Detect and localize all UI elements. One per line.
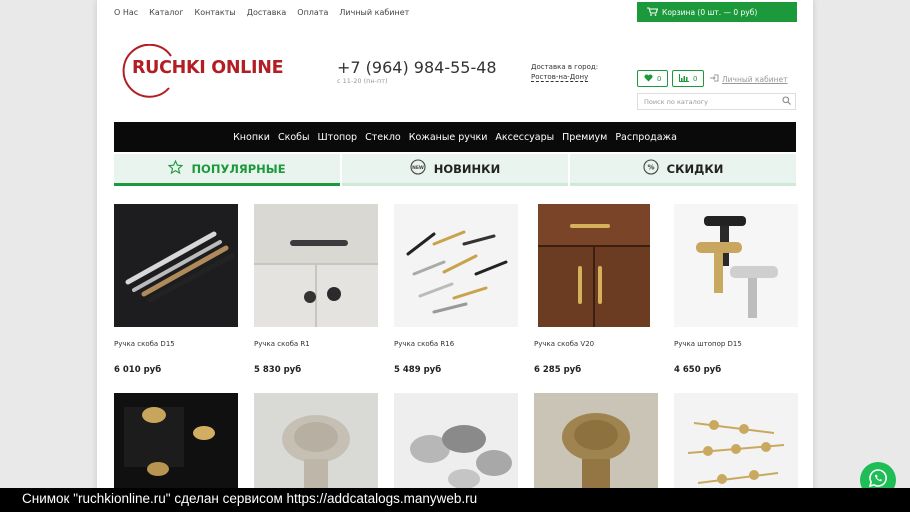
product-name[interactable]: Ручка скоба V20: [534, 340, 594, 348]
screenshot-caption: Снимок "ruchkionline.ru" сделан сервисом…: [0, 488, 910, 512]
product-card[interactable]: Ручка скоба R16 5 489 руб: [394, 204, 518, 375]
product-image[interactable]: [254, 204, 378, 327]
topnav-about[interactable]: О Нас: [114, 8, 138, 17]
compare-chart-icon: [679, 73, 689, 84]
category-leather[interactable]: Кожаные ручки: [409, 132, 488, 143]
tab-sale[interactable]: % СКИДКИ: [570, 154, 796, 186]
phone-hours: с 11-20 (пн-пт): [337, 77, 388, 85]
product-card[interactable]: Ручка скоба D15 6 010 руб: [114, 204, 238, 375]
wishlist-count: 0: [657, 74, 662, 83]
category-accessories[interactable]: Аксессуары: [495, 132, 554, 143]
product-price: 6 285 руб: [534, 365, 582, 375]
star-icon: [168, 159, 184, 178]
svg-text:NEW: NEW: [412, 165, 424, 171]
login-icon: [710, 74, 719, 84]
top-navigation: О Нас Каталог Контакты Доставка Оплата Л…: [114, 8, 409, 17]
tab-popular-label: ПОПУЛЯРНЫЕ: [191, 161, 286, 176]
category-navigation: Кнопки Скобы Штопор Стекло Кожаные ручки…: [114, 122, 796, 152]
category-brackets[interactable]: Скобы: [278, 132, 310, 143]
product-name[interactable]: Ручка скоба D15: [114, 340, 175, 348]
category-corkscrew[interactable]: Штопор: [318, 132, 358, 143]
tab-popular[interactable]: ПОПУЛЯРНЫЕ: [114, 154, 340, 186]
topnav-account[interactable]: Личный кабинет: [339, 8, 409, 17]
search-input[interactable]: Поиск по каталогу: [637, 93, 796, 110]
product-price: 4 650 руб: [674, 365, 722, 375]
product-image[interactable]: [534, 204, 658, 327]
category-sale[interactable]: Распродажа: [615, 132, 677, 143]
product-card[interactable]: Ручка скоба R1 5 830 руб: [254, 204, 378, 375]
search-placeholder: Поиск по каталогу: [644, 98, 709, 106]
page-container: О Нас Каталог Контакты Доставка Оплата Л…: [97, 0, 813, 512]
category-knobs[interactable]: Кнопки: [233, 132, 270, 143]
topnav-contacts[interactable]: Контакты: [195, 8, 236, 17]
new-badge-icon: NEW: [410, 159, 426, 178]
topnav-delivery[interactable]: Доставка: [247, 8, 287, 17]
product-name[interactable]: Ручка скоба R1: [254, 340, 310, 348]
category-premium[interactable]: Премиум: [562, 132, 607, 143]
product-price: 5 489 руб: [394, 365, 442, 375]
percent-icon: %: [643, 159, 659, 178]
tab-new-label: НОВИНКИ: [433, 161, 501, 176]
account-link[interactable]: Личный кабинет: [710, 74, 788, 84]
compare-button[interactable]: 0: [672, 70, 705, 87]
category-glass[interactable]: Стекло: [365, 132, 401, 143]
product-name[interactable]: Ручка скоба R16: [394, 340, 454, 348]
logo-text: RUCHKI ONLINE: [132, 58, 284, 78]
cart-icon: [647, 6, 659, 18]
tab-sale-label: СКИДКИ: [666, 161, 724, 176]
wishlist-button[interactable]: 0: [637, 70, 669, 87]
product-tabs: ПОПУЛЯРНЫЕ NEW НОВИНКИ % СКИДКИ: [114, 154, 796, 186]
svg-text:%: %: [647, 164, 654, 172]
city-selector[interactable]: Ростов-на-Дону: [531, 73, 589, 82]
topnav-payment[interactable]: Оплата: [297, 8, 328, 17]
search-icon[interactable]: [782, 96, 791, 107]
product-image[interactable]: [394, 204, 518, 327]
delivery-label: Доставка в город:: [531, 63, 599, 71]
product-card[interactable]: Ручка штопор D15 4 650 руб: [674, 204, 798, 375]
product-price: 6 010 руб: [114, 365, 162, 375]
product-card[interactable]: Ручка скоба V20 6 285 руб: [534, 204, 658, 375]
compare-count: 0: [693, 74, 698, 83]
cart-button[interactable]: Корзина (0 шт. — 0 руб): [637, 2, 797, 22]
heart-icon: [644, 73, 653, 84]
product-name[interactable]: Ручка штопор D15: [674, 340, 742, 348]
topnav-catalog[interactable]: Каталог: [149, 8, 183, 17]
account-label: Личный кабинет: [722, 74, 788, 84]
product-image[interactable]: [114, 204, 238, 327]
product-price: 5 830 руб: [254, 365, 302, 375]
site-logo[interactable]: RUCHKI ONLINE: [119, 44, 284, 98]
delivery-city: Доставка в город: Ростов-на-Дону: [531, 62, 598, 82]
tab-new[interactable]: NEW НОВИНКИ: [342, 154, 568, 186]
product-image[interactable]: [674, 204, 798, 327]
cart-label: Корзина (0 шт. — 0 руб): [662, 7, 758, 17]
phone-number[interactable]: +7 (964) 984-55-48: [337, 58, 497, 77]
